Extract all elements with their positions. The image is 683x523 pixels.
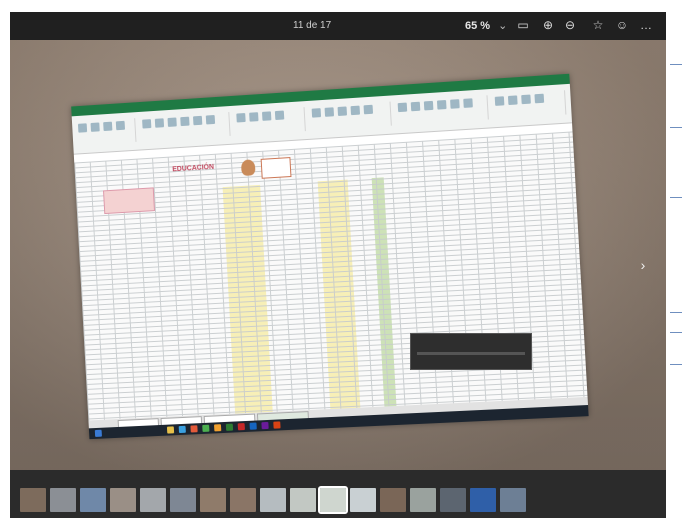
thumbnail[interactable]: [290, 488, 316, 512]
thumbnail[interactable]: [500, 488, 526, 512]
image-viewer: 11 de 17 65 % ⌄ ▭ ⊕ ⊖ ☆ ☺ … EDUCACIÓN ›: [0, 0, 683, 523]
thumbnail[interactable]: [380, 488, 406, 512]
viewer-toolbar: 11 de 17 65 % ⌄ ▭ ⊕ ⊖ ☆ ☺ …: [10, 12, 666, 40]
zoom-level-dropdown[interactable]: 65 % ⌄: [465, 19, 507, 32]
edge-mark: [670, 364, 682, 365]
page-counter: 11 de 17: [293, 20, 332, 31]
app-icon: [166, 426, 175, 434]
ribbon-group: [234, 107, 306, 136]
zoom-out-icon[interactable]: ⊖: [562, 17, 578, 33]
app-icon: [273, 421, 281, 429]
edge-mark: [670, 197, 682, 198]
ribbon-group: [395, 95, 489, 126]
app-icon: [202, 424, 210, 432]
app-icon: [178, 425, 186, 434]
thumbnail[interactable]: [170, 488, 196, 512]
zoom-in-icon[interactable]: ⊕: [540, 17, 556, 33]
sheet-emblem: [240, 159, 256, 177]
ribbon-group: [140, 112, 231, 142]
viewer-window: 11 de 17 65 % ⌄ ▭ ⊕ ⊖ ☆ ☺ … EDUCACIÓN ›: [10, 12, 666, 518]
thumbnail[interactable]: [110, 488, 136, 512]
projected-notification: [410, 333, 532, 370]
edge-mark: [670, 64, 682, 65]
thumbnail[interactable]: [20, 488, 46, 512]
more-icon[interactable]: …: [638, 17, 654, 33]
favorite-icon[interactable]: ☆: [590, 17, 606, 33]
thumbnail[interactable]: [410, 488, 436, 512]
thumbnail[interactable]: [350, 488, 376, 512]
notification-progress: [417, 352, 525, 355]
thumbnail[interactable]: [50, 488, 76, 512]
thumbnail-strip: [10, 472, 666, 518]
start-icon: [94, 429, 102, 437]
app-icon: [249, 422, 257, 430]
thumbnail[interactable]: [140, 488, 166, 512]
thumbnail[interactable]: [230, 488, 256, 512]
app-icon: [237, 423, 245, 431]
photo-canvas: EDUCACIÓN: [10, 40, 666, 470]
highlighted-header-cell: [103, 187, 155, 215]
emoji-icon[interactable]: ☺: [614, 17, 630, 33]
projected-spreadsheet: EDUCACIÓN: [71, 73, 589, 440]
chevron-down-icon: ⌄: [498, 20, 508, 32]
edge-mark: [670, 312, 682, 313]
edge-mark: [670, 332, 682, 333]
ribbon-group: [309, 101, 392, 131]
thumbnail[interactable]: [440, 488, 466, 512]
thumbnail[interactable]: [200, 488, 226, 512]
thumbnail[interactable]: [470, 488, 496, 512]
app-icon: [214, 424, 222, 432]
thumbnail[interactable]: [260, 488, 286, 512]
sheet-header-box: [260, 157, 292, 179]
cell-grid: [74, 131, 588, 421]
app-icon: [261, 421, 269, 430]
edge-mark: [670, 127, 682, 128]
next-image-button[interactable]: ›: [634, 252, 652, 278]
fit-page-icon[interactable]: ▭: [515, 17, 531, 33]
zoom-level-value: 65 %: [465, 20, 491, 32]
ribbon-group: [75, 118, 137, 146]
thumbnail[interactable]: [80, 488, 106, 512]
thumbnail-active[interactable]: [318, 486, 348, 514]
ribbon-group: [492, 90, 567, 120]
excel-sheet: EDUCACIÓN: [74, 131, 588, 421]
background-page-edge: [666, 12, 683, 518]
app-icon: [225, 423, 234, 431]
app-icon: [190, 425, 198, 433]
